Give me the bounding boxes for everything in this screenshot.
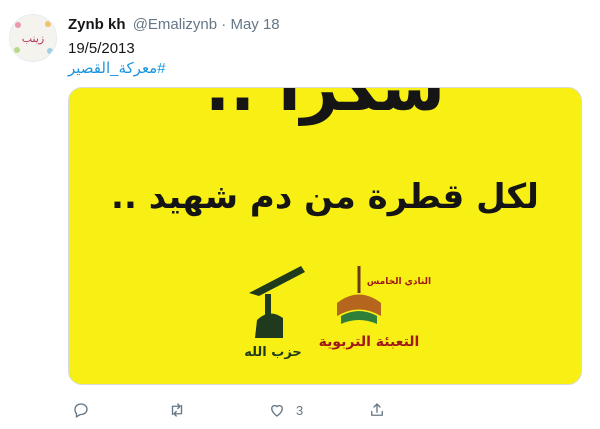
share-button[interactable]: [368, 398, 386, 422]
hashtag-link[interactable]: #معركة_القصير: [68, 59, 166, 79]
user-name[interactable]: Zynb kh: [68, 16, 126, 33]
tweet: زينب Zynb kh @Emalizynb · May 18 19/5/20…: [0, 0, 600, 429]
tweet-date[interactable]: May 18: [230, 16, 279, 33]
avatar-label: زينب: [22, 32, 45, 45]
avatar[interactable]: زينب: [9, 14, 57, 62]
share-icon: [371, 403, 383, 416]
user-handle[interactable]: @Emalizynb: [133, 16, 217, 33]
retweet-button[interactable]: [168, 398, 186, 422]
education-logo-caption: التعبئة التربوية: [319, 334, 420, 350]
tweet-media-image[interactable]: شكراً .. لكل قطرة من دم شهيد .. حزب الله…: [68, 87, 582, 385]
separator-dot: ·: [221, 16, 227, 33]
education-logo-label: النادي الخامس: [367, 277, 431, 287]
tweet-header: Zynb kh @Emalizynb · May 18: [68, 16, 280, 33]
reply-button[interactable]: [72, 398, 90, 422]
retweet-icon: [171, 403, 183, 417]
emblem-logo-label: حزب الله: [244, 345, 302, 360]
media-line: لكل قطرة من دم شهيد ..: [111, 177, 539, 217]
tweet-text-date: 19/5/2013: [68, 40, 135, 57]
tweet-text: 19/5/2013 #معركة_القصير: [68, 39, 166, 79]
like-button[interactable]: 3: [268, 398, 303, 422]
heart-icon: [271, 404, 283, 417]
like-count: 3: [296, 402, 304, 418]
reply-icon: [74, 403, 88, 418]
tweet-actions: 3: [68, 398, 488, 422]
media-headline: شكراً ..: [205, 88, 445, 126]
